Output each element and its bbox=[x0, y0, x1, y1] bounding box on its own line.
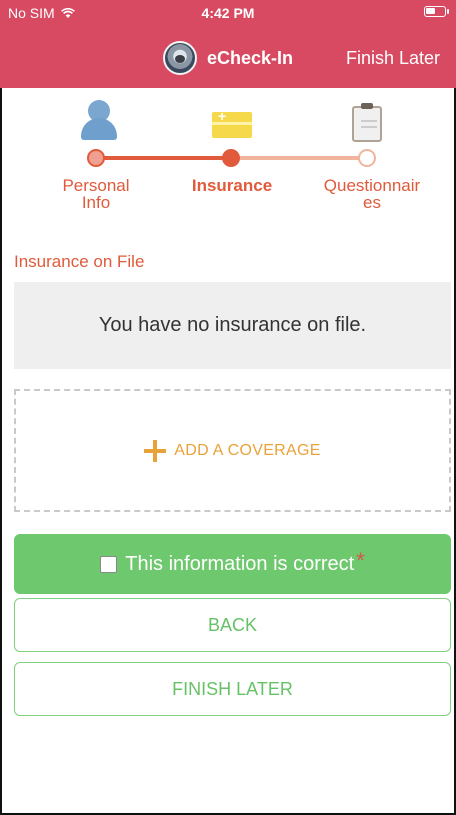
section-title: Insurance on File bbox=[14, 252, 145, 271]
step-label-line: Info bbox=[81, 193, 111, 212]
empty-insurance-message: You have no insurance on file. bbox=[14, 282, 451, 369]
back-button[interactable]: BACK bbox=[14, 598, 451, 652]
progress-stepper: Personal Info Insurance Questionnair es bbox=[0, 100, 456, 220]
step-dot-insurance[interactable] bbox=[222, 149, 240, 167]
battery-icon bbox=[424, 6, 449, 17]
person-icon bbox=[79, 100, 119, 144]
confirm-information-bar[interactable]: This information is correct * bbox=[14, 534, 451, 594]
step-label-line: es bbox=[363, 193, 381, 212]
clock: 4:42 PM bbox=[201, 5, 255, 21]
clipboard-icon bbox=[352, 103, 382, 142]
progress-track-completed bbox=[97, 156, 231, 160]
step-label-line: Insurance bbox=[191, 176, 273, 195]
app-header: No SIM 4:42 PM eCheck-In Finish Later bbox=[0, 0, 456, 88]
empty-message-text: You have no insurance on file. bbox=[98, 314, 367, 336]
confirm-checkbox[interactable] bbox=[100, 555, 118, 573]
plus-icon bbox=[144, 439, 167, 462]
app-title: eCheck-In bbox=[207, 48, 294, 68]
required-asterisk: * bbox=[356, 548, 365, 573]
progress-track-remaining bbox=[231, 156, 367, 160]
navbar: eCheck-In Finish Later bbox=[0, 38, 456, 78]
add-coverage-button[interactable]: ADD A COVERAGE bbox=[14, 389, 451, 512]
insurance-card-icon bbox=[212, 108, 252, 140]
step-label-line: Personal bbox=[62, 176, 130, 195]
finish-later-button[interactable]: FINISH LATER bbox=[14, 662, 451, 716]
step-dot-questionnaires[interactable] bbox=[358, 149, 376, 167]
step-label-insurance[interactable]: Insurance bbox=[177, 177, 287, 194]
step-label-personal-info[interactable]: Personal Info bbox=[48, 177, 144, 211]
status-bar: No SIM 4:42 PM bbox=[0, 0, 456, 24]
add-coverage-label: ADD A COVERAGE bbox=[174, 441, 321, 459]
finish-later-link[interactable]: Finish Later bbox=[346, 48, 440, 69]
step-dot-personal-info[interactable] bbox=[87, 149, 105, 167]
confirm-label: This information is correct bbox=[125, 552, 355, 575]
avatar[interactable] bbox=[163, 41, 197, 75]
step-label-questionnaires[interactable]: Questionnair es bbox=[304, 177, 440, 211]
step-label-line: Questionnair bbox=[323, 176, 421, 195]
